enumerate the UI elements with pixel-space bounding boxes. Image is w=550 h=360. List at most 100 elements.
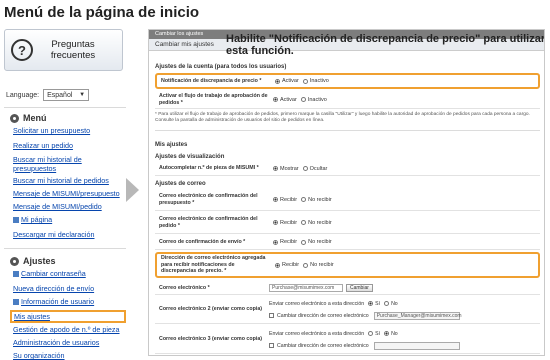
quote-email-off-label: No recibir [308,196,332,203]
email-row: Correo electrónico * Purchase@misumimex.… [155,282,540,295]
price-discrepancy-on-radio[interactable] [275,262,280,268]
email2-field[interactable]: Purchase_Manager@misumimex.com [373,311,462,320]
email2-change-text: Cambiar dirección de correo electrónico [277,312,369,319]
autocomplete-label: Autocompletar n.º de pieza de MISUMI * [159,165,259,172]
email2-change-line: Cambiar dirección de correo electrónico … [269,310,462,322]
email-label: Correo electrónico * [159,284,210,291]
sidebar-item-download-statement[interactable]: Descargar mi declaración [13,230,125,240]
price-notice-row: Notificación de discrepancia de precio *… [155,73,540,89]
email3-send-text: Enviar correo electrónico a esta direcci… [269,330,365,337]
email3-no-radio[interactable] [384,331,390,336]
shipping-email-off-radio[interactable] [301,239,307,245]
sidebar-item-order[interactable]: Realizar un pedido [13,141,125,151]
sidebar-item-my-settings[interactable]: Mis ajustes [10,310,126,323]
account-section-title: Ajustes de la cuenta (para todos los usu… [155,64,287,70]
approval-row: Activar el flujo de trabajo de aprobació… [155,91,540,109]
email2-send-text: Enviar correo electrónico a esta direcci… [269,300,365,307]
email2-label: Correo electrónico 2 (enviar como copia) [159,306,263,313]
email3-change-checkbox[interactable] [269,343,274,348]
sidebar-item-order-history[interactable]: Buscar mi historial de pedidos [13,176,125,186]
price-discrepancy-email-row: Dirección de correo electrónico agregada… [155,252,540,278]
email3-row: Correo electrónico 3 (enviar como copia)… [155,326,540,354]
language-selected: Español [47,91,73,99]
change-email-button[interactable]: Cambiar [346,284,373,292]
language-select[interactable]: Español ▼ [43,89,90,101]
email3-field[interactable] [373,341,460,350]
quote-email-label: Correo electrónico de confirmación del p… [159,193,258,206]
price-discrepancy-off-radio[interactable] [303,262,309,268]
divider [4,248,126,249]
autocomplete-off-radio[interactable] [302,166,308,171]
approval-off-label: Inactivo [307,96,327,103]
my-settings-title: Mis ajustes [155,142,188,148]
page-icon [13,217,19,224]
question-icon: ? [11,39,33,61]
sidebar-item-user-info[interactable]: Información de usuario [13,297,125,307]
email2-no-radio[interactable] [384,301,390,306]
sidebar-item-change-password-label: Cambiar contraseña [21,269,86,278]
approval-note: * Para utilizar el flujo de trabajo de a… [155,112,530,123]
settings-panel: Cambiar los ajustes Cambiar mis ajustes … [148,29,545,356]
sidebar-item-part-nickname[interactable]: Gestión de apodo de n.º de pieza [13,325,125,335]
divider [155,130,540,131]
quote-email-on-radio[interactable] [273,197,278,202]
sidebar-item-quote-history[interactable]: Buscar mi historial de presupuestos [13,155,125,173]
price-notice-off-radio[interactable] [302,78,308,84]
email-field[interactable]: Purchase@misumimex.com [269,284,343,292]
sidebar-item-organization[interactable]: Su organización [13,351,125,360]
email3-label: Correo electrónico 3 (enviar como copia) [159,336,263,343]
sidebar-item-message-quote[interactable]: Mensaje de MISUMI/presupuesto [13,189,125,199]
divider [4,107,126,108]
sidebar-item-my-page[interactable]: Mi página [13,215,125,225]
email3-change-text: Cambiar dirección de correo electrónico [277,342,369,349]
price-notice-on-radio[interactable] [275,78,280,84]
quote-email-row: Correo electrónico de confirmación del p… [155,189,540,211]
faq-label: Preguntas frecuentes [50,39,96,61]
shipping-email-on-radio[interactable] [273,239,278,245]
order-email-label: Correo electrónico de confirmación del p… [159,216,258,229]
user-icon [13,299,19,306]
approval-on-radio[interactable] [273,97,278,102]
gear-icon [10,256,19,266]
sidebar-item-my-page-label: Mi página [21,215,53,224]
sidebar-item-message-order[interactable]: Mensaje de MISUMI/pedido [13,202,125,212]
menu-heading-label: Menú [23,113,47,123]
sidebar-item-user-admin[interactable]: Administración de usuarios [13,338,125,348]
page-title: Menú de la página de inicio [4,4,200,21]
email3-yes-radio[interactable] [368,331,374,336]
order-email-off-radio[interactable] [301,220,307,225]
order-email-on-label: Recibir [280,219,298,226]
price-discrepancy-email-label: Dirección de correo electrónico agregada… [161,255,266,275]
sidebar-item-change-password[interactable]: Cambiar contraseña [13,269,125,279]
sidebar-item-quote[interactable]: Solicitar un presupuesto [13,126,125,136]
shipping-email-off-label: No recibir [308,239,332,245]
settings-heading-label: Ajustes [23,256,56,266]
sidebar-item-user-info-label: Información de usuario [21,297,95,306]
email2-change-checkbox[interactable] [269,313,274,318]
approval-off-radio[interactable] [300,97,306,102]
autocomplete-on-radio[interactable] [273,166,278,171]
language-row: Language: Español ▼ [6,89,90,101]
email2-no-label: No [391,300,398,307]
price-notice-label: Notificación de discrepancia de precio * [161,77,262,84]
shipping-email-on-label: Recibir [280,239,298,245]
approval-on-label: Activar [280,96,297,103]
price-discrepancy-on-label: Recibir [282,262,300,268]
email2-yes-label: Sí [375,300,381,307]
quote-email-off-radio[interactable] [301,197,307,202]
email-section-title: Ajustes de correo [155,181,206,187]
email3-no-label: No [391,330,398,337]
email3-send-line: Enviar correo electrónico a esta direcci… [269,328,460,340]
price-notice-on-label: Activar [282,78,299,84]
sidebar-item-new-address[interactable]: Nueva dirección de envío [13,284,125,294]
email2-row: Correo electrónico 2 (enviar como copia)… [155,296,540,324]
email2-yes-radio[interactable] [368,301,374,306]
display-section-title: Ajustes de visualización [155,154,225,160]
faq-button[interactable]: ? Preguntas frecuentes [4,29,123,71]
language-label: Language: [6,91,40,99]
order-email-on-radio[interactable] [273,220,278,225]
price-discrepancy-off-label: No recibir [310,262,334,268]
shipping-email-label: Correo de confirmación de envío * [159,238,246,245]
gear-icon [10,113,19,123]
price-notice-off-label: Inactivo [309,78,329,84]
